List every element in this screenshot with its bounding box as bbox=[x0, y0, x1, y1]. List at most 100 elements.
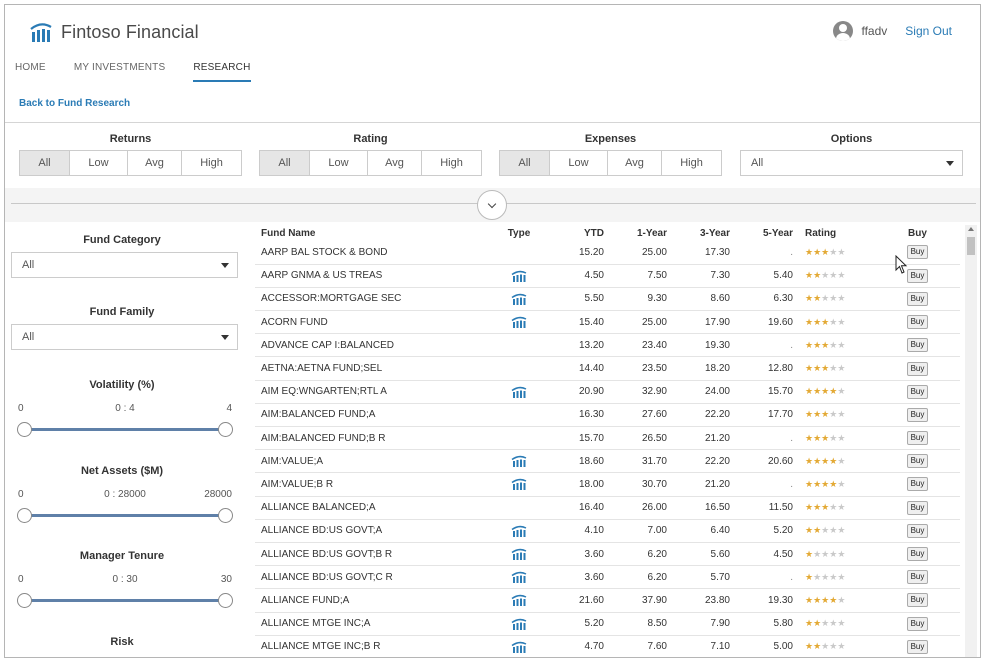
volatility-max-handle[interactable] bbox=[218, 422, 233, 437]
fund-name-cell[interactable]: ACORN FUND bbox=[255, 310, 490, 335]
fund-name-cell[interactable]: AIM:BALANCED FUND;B R bbox=[255, 426, 490, 451]
table-row[interactable]: ACORN FUND 15.40 25.00 17.90 19.60 ★★★★★ Buy bbox=[255, 310, 960, 335]
fund-category-select[interactable]: All bbox=[11, 252, 238, 278]
col-header-1-year[interactable]: 1-Year bbox=[610, 225, 673, 241]
manager-tenure-min-handle[interactable] bbox=[17, 593, 32, 608]
buy-button[interactable]: Buy bbox=[906, 338, 929, 353]
fund-name-cell[interactable]: ALLIANCE BALANCED;A bbox=[255, 496, 490, 520]
buy-button[interactable]: Buy bbox=[906, 500, 929, 515]
table-row[interactable]: AIM:VALUE;A 18.60 31.70 22.20 20.60 ★★★★★ Buy bbox=[255, 449, 960, 474]
brand[interactable]: Fintoso Financial bbox=[29, 21, 199, 43]
nav-home[interactable]: HOME bbox=[15, 62, 46, 82]
table-row[interactable]: ALLIANCE FUND;A 21.60 37.90 23.80 19.30 ★★★★★… bbox=[255, 588, 960, 613]
manager-tenure-slider-track[interactable] bbox=[23, 599, 227, 602]
table-row[interactable]: AIM:BALANCED FUND;A 16.30 27.60 22.20 17.70 ★… bbox=[255, 403, 960, 428]
buy-button[interactable]: Buy bbox=[906, 593, 929, 608]
rating-high-button[interactable]: High bbox=[422, 151, 481, 175]
buy-button[interactable]: Buy bbox=[906, 523, 929, 538]
buy-button[interactable]: Buy bbox=[906, 477, 929, 492]
rating-stars: ★★★★★ bbox=[799, 565, 875, 590]
fund-name-cell[interactable]: AETNA:AETNA FUND;SEL bbox=[255, 356, 490, 381]
col-header-rating[interactable]: Rating bbox=[799, 225, 875, 241]
table-row[interactable]: ALLIANCE MTGE INC;A 5.20 8.50 7.90 5.80 ★★★★★… bbox=[255, 612, 960, 636]
fund-name-cell[interactable]: ACCESSOR:MORTGAGE SEC bbox=[255, 287, 490, 312]
buy-button[interactable]: Buy bbox=[906, 407, 929, 422]
rating-all-button[interactable]: All bbox=[260, 151, 310, 175]
collapse-filters-button[interactable] bbox=[477, 190, 507, 220]
buy-button[interactable]: Buy bbox=[906, 268, 929, 283]
fund-family-select[interactable]: All bbox=[11, 324, 238, 350]
scrollbar-thumb[interactable] bbox=[967, 237, 975, 255]
table-row[interactable]: AARP BAL STOCK & BOND 15.20 25.00 17.30. ★★★… bbox=[255, 241, 960, 265]
fund-name-cell[interactable]: ADVANCE CAP I:BALANCED bbox=[255, 333, 490, 358]
expenses-avg-button[interactable]: Avg bbox=[608, 151, 662, 175]
fund-name-cell[interactable]: ALLIANCE BD:US GOVT;A bbox=[255, 519, 490, 543]
rating-low-button[interactable]: Low bbox=[310, 151, 368, 175]
buy-button[interactable]: Buy bbox=[906, 291, 929, 306]
nav-my-investments[interactable]: MY INVESTMENTS bbox=[74, 62, 166, 82]
fund-name-cell[interactable]: ALLIANCE MTGE INC;A bbox=[255, 612, 490, 636]
back-to-fund-research-link[interactable]: Back to Fund Research bbox=[19, 98, 130, 109]
fund-name-cell[interactable]: AIM:BALANCED FUND;A bbox=[255, 403, 490, 428]
buy-button[interactable]: Buy bbox=[906, 570, 929, 585]
manager-tenure-max: 30 bbox=[220, 574, 232, 585]
buy-button[interactable]: Buy bbox=[906, 639, 929, 654]
buy-button[interactable]: Buy bbox=[906, 245, 929, 260]
col-header-ytd[interactable]: YTD bbox=[548, 225, 610, 241]
table-row[interactable]: AIM EQ:WNGARTEN;RTL A 20.90 32.90 24.00 15.7… bbox=[255, 380, 960, 404]
fund-name-cell[interactable]: ALLIANCE BD:US GOVT;C R bbox=[255, 565, 490, 590]
fund-name-cell[interactable]: ALLIANCE BD:US GOVT;B R bbox=[255, 542, 490, 567]
volatility-min-handle[interactable] bbox=[17, 422, 32, 437]
fund-name-cell[interactable]: AIM:VALUE;A bbox=[255, 449, 490, 474]
col-header-3-year[interactable]: 3-Year bbox=[673, 225, 736, 241]
table-row[interactable]: AETNA:AETNA FUND;SEL 14.40 23.50 18.20 12.80… bbox=[255, 356, 960, 381]
manager-tenure-max-handle[interactable] bbox=[218, 593, 233, 608]
returns-high-button[interactable]: High bbox=[182, 151, 241, 175]
buy-button[interactable]: Buy bbox=[906, 616, 929, 631]
fund-name-cell[interactable]: ALLIANCE FUND;A bbox=[255, 588, 490, 613]
table-row[interactable]: ADVANCE CAP I:BALANCED 13.20 23.40 19.30. ★★… bbox=[255, 333, 960, 358]
user-avatar-icon[interactable] bbox=[833, 21, 854, 41]
net-assets-max-handle[interactable] bbox=[218, 508, 233, 523]
table-row[interactable]: AIM:VALUE;B R 18.00 30.70 21.20. ★★★★★ Buy bbox=[255, 472, 960, 497]
net-assets-min-handle[interactable] bbox=[17, 508, 32, 523]
returns-low-button[interactable]: Low bbox=[70, 151, 128, 175]
fund-name-cell[interactable]: AARP GNMA & US TREAS bbox=[255, 264, 490, 288]
fund-name-cell[interactable]: AARP BAL STOCK & BOND bbox=[255, 241, 490, 265]
sign-out-link[interactable]: Sign Out bbox=[905, 24, 952, 38]
buy-button[interactable]: Buy bbox=[906, 361, 929, 376]
options-select[interactable]: All bbox=[740, 150, 963, 176]
fund-name-cell[interactable]: ALLIANCE MTGE INC;B R bbox=[255, 635, 490, 657]
nav-research[interactable]: RESEARCH bbox=[193, 62, 251, 82]
buy-button[interactable]: Buy bbox=[906, 315, 929, 330]
table-row[interactable]: AARP GNMA & US TREAS 4.50 7.50 7.30 5.40 ★★★★… bbox=[255, 264, 960, 288]
fund-name-cell[interactable]: AIM EQ:WNGARTEN;RTL A bbox=[255, 380, 490, 404]
returns-all-button[interactable]: All bbox=[20, 151, 70, 175]
col-header-5-year[interactable]: 5-Year bbox=[736, 225, 799, 241]
col-header-fund-name[interactable]: Fund Name bbox=[255, 225, 490, 241]
col-header-buy[interactable]: Buy bbox=[875, 225, 960, 241]
table-row[interactable]: AIM:BALANCED FUND;B R 15.70 26.50 21.20. ★★★… bbox=[255, 426, 960, 451]
expenses-all-button[interactable]: All bbox=[500, 151, 550, 175]
table-row[interactable]: ALLIANCE MTGE INC;B R 4.70 7.60 7.10 5.00 ★★★… bbox=[255, 635, 960, 657]
returns-avg-button[interactable]: Avg bbox=[128, 151, 182, 175]
table-row[interactable]: ALLIANCE BD:US GOVT;A 4.10 7.00 6.40 5.20 ★★★… bbox=[255, 519, 960, 543]
buy-button[interactable]: Buy bbox=[906, 547, 929, 562]
rating-avg-button[interactable]: Avg bbox=[368, 151, 422, 175]
buy-button[interactable]: Buy bbox=[906, 384, 929, 399]
volatility-slider-track[interactable] bbox=[23, 428, 227, 431]
table-row[interactable]: ACCESSOR:MORTGAGE SEC 5.50 9.30 8.60 6.30 ★★★… bbox=[255, 287, 960, 312]
table-row[interactable]: ALLIANCE BALANCED;A 16.40 26.00 16.50 11.50 ★… bbox=[255, 496, 960, 520]
buy-button[interactable]: Buy bbox=[906, 454, 929, 469]
table-row[interactable]: ALLIANCE BD:US GOVT;C R 3.60 6.20 5.70. ★★★★… bbox=[255, 565, 960, 590]
net-assets-slider-track[interactable] bbox=[23, 514, 227, 517]
scroll-up-arrow-icon[interactable] bbox=[968, 227, 974, 231]
buy-button[interactable]: Buy bbox=[906, 431, 929, 446]
buy-cell: Buy bbox=[875, 565, 960, 590]
expenses-low-button[interactable]: Low bbox=[550, 151, 608, 175]
table-scrollbar[interactable] bbox=[965, 225, 977, 657]
fund-name-cell[interactable]: AIM:VALUE;B R bbox=[255, 472, 490, 497]
col-header-type[interactable]: Type bbox=[490, 225, 548, 241]
expenses-high-button[interactable]: High bbox=[662, 151, 721, 175]
table-row[interactable]: ALLIANCE BD:US GOVT;B R 3.60 6.20 5.60 4.50 ★… bbox=[255, 542, 960, 567]
